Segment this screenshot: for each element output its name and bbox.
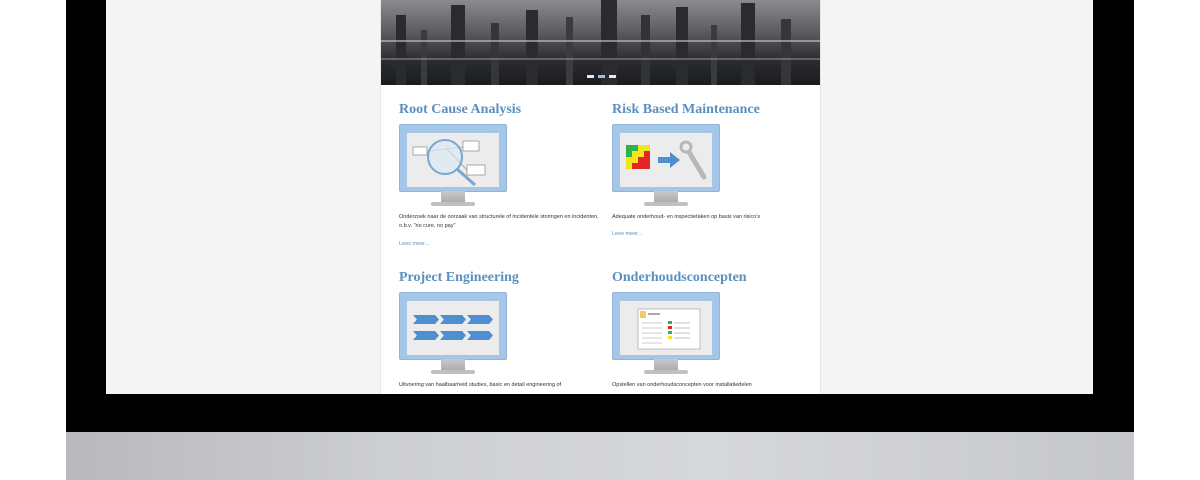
pipe-line <box>381 40 820 42</box>
maintenance-list-icon <box>637 308 701 350</box>
brand-mark: ····· <box>705 295 715 300</box>
monitor-frame: ····· <box>612 292 720 360</box>
industrial-tower <box>676 7 688 85</box>
slider-dot-active[interactable] <box>598 75 605 78</box>
monitor-graphic: ····· <box>399 292 507 376</box>
process-step-icon <box>440 331 466 340</box>
monitor-chin <box>66 432 1134 480</box>
service-title[interactable]: Risk Based Maintenance <box>612 101 812 119</box>
service-title[interactable]: Project Engineering <box>399 269 599 287</box>
read-more-link[interactable]: Lees meer... <box>612 231 642 237</box>
industrial-tower <box>526 10 538 85</box>
service-root-cause: Root Cause Analysis ····· Onderzoek naar… <box>399 101 599 247</box>
service-title[interactable]: Root Cause Analysis <box>399 101 599 119</box>
monitor-graphic: ····· <box>399 124 507 208</box>
monitor-frame: ····· <box>399 124 507 192</box>
industrial-tower <box>741 3 755 85</box>
industrial-tower <box>566 17 573 85</box>
monitor-display <box>407 301 499 355</box>
industrial-tower <box>491 23 499 85</box>
process-step-icon <box>467 331 493 340</box>
risk-matrix-wrench-icon <box>626 140 707 180</box>
slider-dot[interactable] <box>609 75 616 78</box>
industrial-tower <box>601 0 617 85</box>
service-description: Onderzoek naar de oorzaak van structurel… <box>399 214 599 229</box>
service-project-engineering: Project Engineering ····· Uitvoering van… <box>399 269 599 388</box>
monitor-graphic: ····· <box>612 292 720 376</box>
industrial-tower <box>396 15 406 85</box>
process-step-icon <box>440 315 466 324</box>
process-step-icon <box>413 331 439 340</box>
read-more-link[interactable]: Lees meer... <box>399 241 429 247</box>
monitor-foot <box>431 202 475 206</box>
monitor-display <box>620 133 712 187</box>
magnifier-icon <box>412 139 486 187</box>
service-title[interactable]: Onderhoudsconcepten <box>612 269 812 287</box>
industrial-tower <box>711 25 717 85</box>
monitor-foot <box>431 370 475 374</box>
industrial-tower <box>451 5 465 85</box>
service-description: Uitvoering van haalbaarheid studies, bas… <box>399 382 562 388</box>
monitor-display <box>407 133 499 187</box>
service-description: Adequate onderhoud- en inspectietaken op… <box>612 214 761 220</box>
monitor-display <box>620 301 712 355</box>
brand-mark: ····· <box>705 127 715 132</box>
monitor-foot <box>644 202 688 206</box>
hero-slider[interactable] <box>381 0 820 85</box>
industrial-tower <box>641 15 650 85</box>
website-page: Root Cause Analysis ····· Onderzoek naar… <box>380 0 821 394</box>
brand-mark: ····· <box>492 127 502 132</box>
slider-dot[interactable] <box>587 75 594 78</box>
monitor-frame: ····· <box>399 292 507 360</box>
service-risk-based: Risk Based Maintenance ····· Adequate on… <box>612 101 812 237</box>
pipe-line <box>381 58 820 60</box>
process-step-icon <box>413 315 439 324</box>
slider-dots <box>587 75 616 78</box>
service-onderhoudsconcepten: Onderhoudsconcepten ····· Opstellen van … <box>612 269 812 388</box>
service-description: Opstellen van onderhoudsconcepten voor i… <box>612 382 752 388</box>
monitor-frame: ····· <box>612 124 720 192</box>
brand-mark: ····· <box>492 295 502 300</box>
industrial-tower <box>781 19 791 85</box>
monitor-foot <box>644 370 688 374</box>
process-step-icon <box>467 315 493 324</box>
monitor-screen: Root Cause Analysis ····· Onderzoek naar… <box>106 0 1093 394</box>
monitor-graphic: ····· <box>612 124 720 208</box>
